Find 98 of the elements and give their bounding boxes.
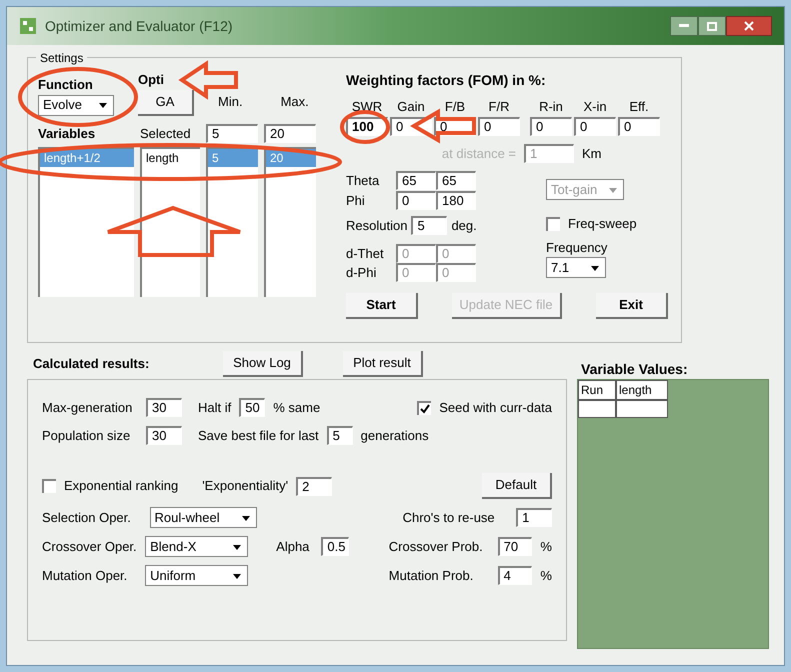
input-field[interactable]: 4 xyxy=(498,566,532,585)
input-field[interactable]: 180 xyxy=(436,190,476,210)
label: SWR xyxy=(350,98,384,116)
label: X-in xyxy=(582,98,608,116)
label: Theta xyxy=(346,172,380,190)
label: 'Exponentiality' xyxy=(202,477,288,496)
section-title: Weighting factors (FOM) in %: xyxy=(346,71,547,90)
input-field[interactable]: 0 xyxy=(530,116,572,136)
column-header: length xyxy=(616,380,668,400)
table-cell xyxy=(578,400,616,418)
input-field[interactable]: 65 xyxy=(436,171,476,190)
label: Km xyxy=(582,144,602,162)
input-field[interactable]: 20 xyxy=(264,124,316,143)
input-field[interactable]: 0 xyxy=(478,116,520,136)
label: F/R xyxy=(488,98,510,116)
label: F/B xyxy=(444,98,466,116)
label: Gain xyxy=(396,98,426,116)
label: at distance = xyxy=(440,144,516,162)
input-field[interactable]: 65 xyxy=(396,171,436,190)
label: d-Phi xyxy=(346,264,378,282)
label: Save best file for last xyxy=(198,426,319,444)
checkbox[interactable] xyxy=(42,479,56,493)
button[interactable]: Exit xyxy=(596,292,668,318)
caret-icon xyxy=(240,514,252,522)
label: Phi xyxy=(346,192,366,210)
caret-icon xyxy=(589,264,601,272)
input-field[interactable]: 30 xyxy=(146,426,182,445)
section-title: Calculated results: xyxy=(33,355,150,374)
label: % xyxy=(540,566,552,585)
label: Mutation Prob. xyxy=(388,566,474,585)
maximize-button[interactable] xyxy=(698,16,726,36)
label: R-in xyxy=(538,98,564,116)
input-field[interactable]: 5 xyxy=(326,426,353,445)
input-field[interactable]: 30 xyxy=(146,398,182,418)
label: generations xyxy=(360,426,429,445)
dropdown[interactable]: Roul-wheel xyxy=(150,507,258,528)
dropdown[interactable]: Evolve xyxy=(38,94,114,116)
table-cell xyxy=(616,400,668,418)
caret-icon xyxy=(231,542,244,550)
input-field[interactable]: 2 xyxy=(296,476,332,496)
input-field[interactable]: 0 xyxy=(396,190,436,210)
label: % xyxy=(540,538,552,556)
label: Crossover Prob. xyxy=(388,538,484,556)
label: Eff. xyxy=(628,98,650,116)
input-field[interactable]: 0 xyxy=(574,116,616,136)
button[interactable]: Show Log xyxy=(223,351,303,377)
label: Frequency xyxy=(546,238,608,257)
label: Function xyxy=(38,76,94,94)
button[interactable]: Default xyxy=(482,473,552,499)
label: Opti xyxy=(138,71,165,89)
input-field[interactable]: 0.5 xyxy=(321,537,350,556)
minimize-button[interactable] xyxy=(670,16,698,36)
label: Max-generation xyxy=(42,399,134,417)
label: d-Thet xyxy=(346,244,385,262)
input-field[interactable]: 5 xyxy=(411,216,448,236)
input-field[interactable]: 0 xyxy=(618,116,660,136)
label: Halt if xyxy=(198,399,232,417)
list-item[interactable]: length xyxy=(142,149,200,167)
app-icon xyxy=(19,17,37,35)
input-field[interactable]: 50 xyxy=(239,398,266,418)
caret-icon xyxy=(607,186,619,194)
button[interactable]: Start xyxy=(346,292,418,318)
label: Resolution xyxy=(346,217,408,235)
window-title: Optimizer and Evaluator (F12) xyxy=(45,16,233,36)
minimize-icon xyxy=(679,24,689,28)
label: Freq-sweep xyxy=(568,215,637,233)
dropdown[interactable]: Blend-X xyxy=(145,536,248,557)
input-field[interactable]: 1 xyxy=(516,508,552,527)
section-title: Variable Values: xyxy=(580,360,689,379)
close-button[interactable] xyxy=(726,16,772,36)
label: Seed with curr-data xyxy=(439,399,552,417)
close-icon xyxy=(744,21,754,31)
label: Mutation Oper. xyxy=(42,566,128,585)
label: deg. xyxy=(451,217,477,235)
label: % same xyxy=(273,399,320,417)
dropdown[interactable]: 7.1 xyxy=(546,257,606,278)
checkbox[interactable] xyxy=(546,216,560,231)
check-icon xyxy=(420,404,430,414)
maximize-icon xyxy=(707,22,717,30)
label: Max. xyxy=(280,93,309,111)
caret-icon xyxy=(97,101,109,109)
button[interactable]: Plot result xyxy=(343,351,423,377)
checkbox[interactable] xyxy=(417,400,432,415)
label: Population size xyxy=(42,426,132,445)
dropdown[interactable]: Uniform xyxy=(145,565,248,586)
column-header: Run xyxy=(578,380,616,400)
button[interactable]: GA xyxy=(138,90,194,116)
label: Alpha xyxy=(276,538,310,556)
label: Crossover Oper. xyxy=(42,538,138,556)
label: Selected xyxy=(140,124,192,142)
label: Chro's to re-use xyxy=(402,508,496,527)
label: Variables xyxy=(38,124,96,142)
input-field[interactable]: 5 xyxy=(206,124,258,143)
label: Selection Oper. xyxy=(42,508,132,527)
label: Min. xyxy=(218,93,243,111)
label: Exponential ranking xyxy=(64,477,178,496)
input-field[interactable]: 70 xyxy=(498,537,532,556)
caret-icon xyxy=(231,572,244,580)
